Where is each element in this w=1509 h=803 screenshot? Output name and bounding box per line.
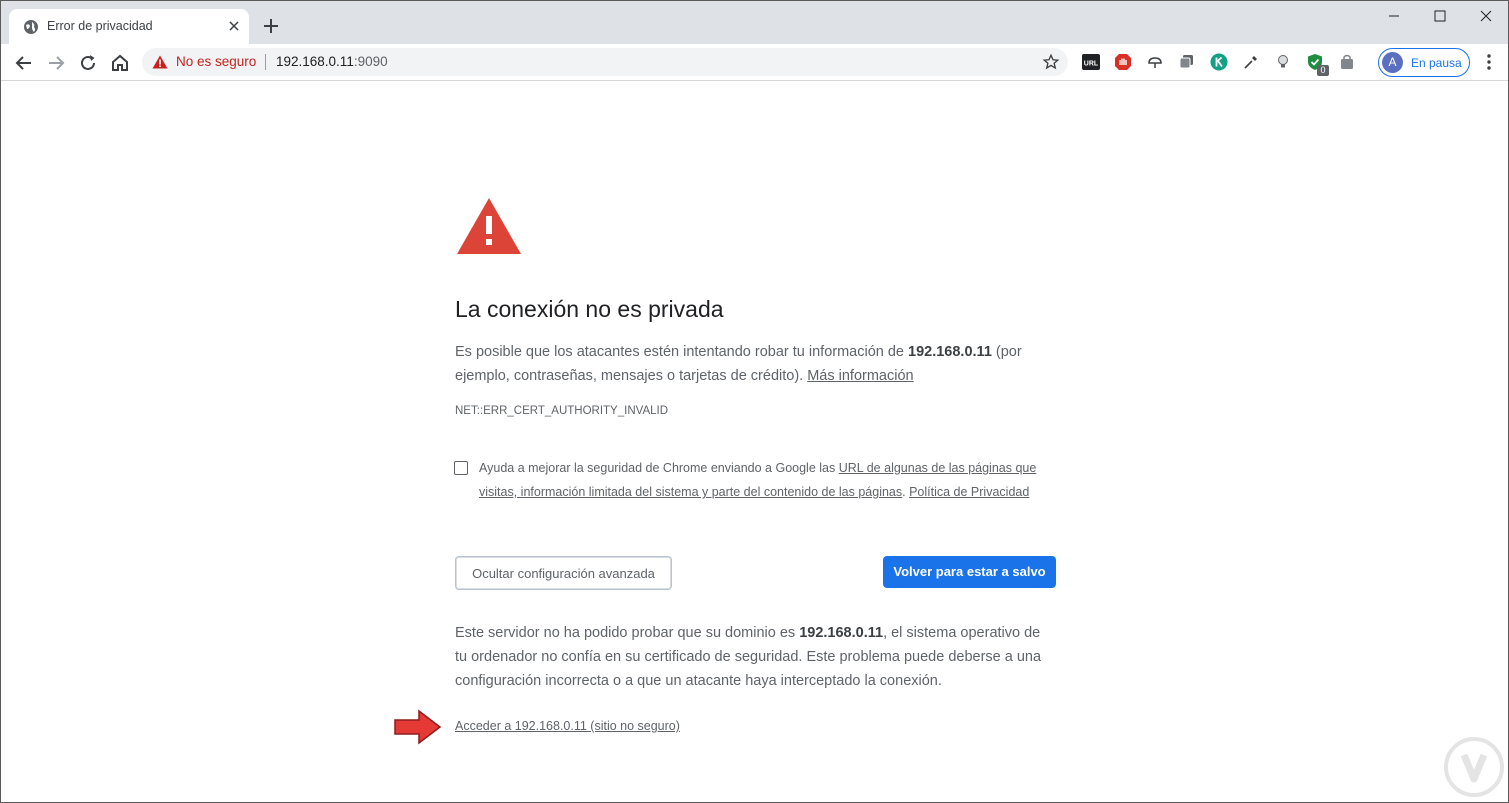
details-text: Este servidor no ha podido probar que su… bbox=[455, 625, 800, 641]
security-status-label[interactable]: No es seguro bbox=[176, 54, 256, 69]
watermark-logo-icon bbox=[1444, 737, 1504, 797]
hide-advanced-button[interactable]: Ocultar configuración avanzada bbox=[455, 556, 672, 590]
maximize-icon[interactable] bbox=[1417, 1, 1463, 31]
privacy-policy-link[interactable]: Política de Privacidad bbox=[909, 485, 1029, 499]
url-port: :9090 bbox=[353, 54, 388, 69]
minimize-icon[interactable] bbox=[1371, 1, 1417, 31]
reload-icon[interactable] bbox=[76, 51, 100, 75]
avatar: A bbox=[1382, 52, 1403, 73]
adblock-icon[interactable] bbox=[1114, 53, 1132, 71]
new-tab-plus-icon[interactable] bbox=[261, 16, 281, 36]
back-arrow-icon[interactable] bbox=[12, 51, 36, 75]
proceed-unsafe-link[interactable]: Acceder a 192.168.0.11 (sitio no seguro) bbox=[455, 719, 680, 733]
warning-triangle-icon[interactable] bbox=[152, 55, 168, 69]
eyedropper-icon[interactable] bbox=[1242, 53, 1260, 71]
profile-status-label: En pausa bbox=[1411, 56, 1462, 70]
weather-icon[interactable] bbox=[1146, 53, 1164, 71]
intro-paragraph: Es posible que los atacantes estén inten… bbox=[455, 340, 1055, 388]
bookmark-star-icon[interactable] bbox=[1042, 53, 1060, 71]
close-tab-icon[interactable] bbox=[226, 18, 242, 34]
error-code: NET::ERR_CERT_AUTHORITY_INVALID bbox=[455, 405, 669, 417]
browser-window: Error de privacidad No es seguro 192.168… bbox=[0, 0, 1509, 803]
intro-text: Es posible que los atacantes estén inten… bbox=[455, 344, 909, 360]
profile-button[interactable]: A En pausa bbox=[1378, 48, 1470, 77]
copy-extension-icon[interactable] bbox=[1178, 53, 1196, 71]
address-bar[interactable]: No es seguro 192.168.0.11:9090 bbox=[142, 48, 1068, 76]
checkbox-text: Ayuda a mejorar la seguridad de Chrome e… bbox=[479, 461, 839, 475]
address-separator bbox=[265, 54, 266, 70]
url-host: 192.168.0.11 bbox=[276, 54, 354, 69]
red-arrow-icon bbox=[394, 709, 442, 745]
page-title: La conexión no es privada bbox=[455, 296, 724, 322]
tab-title: Error de privacidad bbox=[47, 19, 153, 33]
checkbox-label: Ayuda a mejorar la seguridad de Chrome e… bbox=[479, 456, 1059, 504]
lightbulb-icon[interactable] bbox=[1274, 53, 1292, 71]
improve-security-checkbox[interactable] bbox=[454, 461, 468, 475]
page-content: La conexión no es privada Es posible que… bbox=[1, 82, 1508, 802]
details-paragraph: Este servidor no ha podido probar que su… bbox=[455, 621, 1055, 693]
danger-triangle-icon bbox=[457, 198, 521, 254]
details-domain: 192.168.0.11 bbox=[799, 625, 884, 641]
url-extension-text: URL bbox=[1084, 61, 1099, 68]
back-to-safety-button[interactable]: Volver para estar a salvo bbox=[883, 556, 1056, 588]
browser-toolbar: No es seguro 192.168.0.11:9090 URL 0 A E… bbox=[1, 44, 1508, 81]
kebab-menu-icon[interactable] bbox=[1479, 52, 1499, 72]
forward-arrow-icon[interactable] bbox=[44, 51, 68, 75]
home-icon[interactable] bbox=[108, 51, 132, 75]
close-window-icon[interactable] bbox=[1463, 1, 1509, 31]
url-text[interactable]: 192.168.0.11:9090 bbox=[276, 54, 388, 69]
learn-more-link[interactable]: Más información bbox=[807, 368, 913, 384]
extension-badge: 0 bbox=[1317, 65, 1329, 76]
bag-icon[interactable] bbox=[1338, 53, 1356, 71]
url-extension-icon[interactable]: URL bbox=[1082, 53, 1100, 71]
globe-icon bbox=[24, 20, 38, 34]
intro-domain: 192.168.0.11 bbox=[908, 344, 992, 360]
tab-strip: Error de privacidad bbox=[1, 1, 1508, 44]
kaspersky-icon[interactable] bbox=[1210, 53, 1228, 71]
tab-error-privacidad[interactable]: Error de privacidad bbox=[9, 9, 249, 44]
